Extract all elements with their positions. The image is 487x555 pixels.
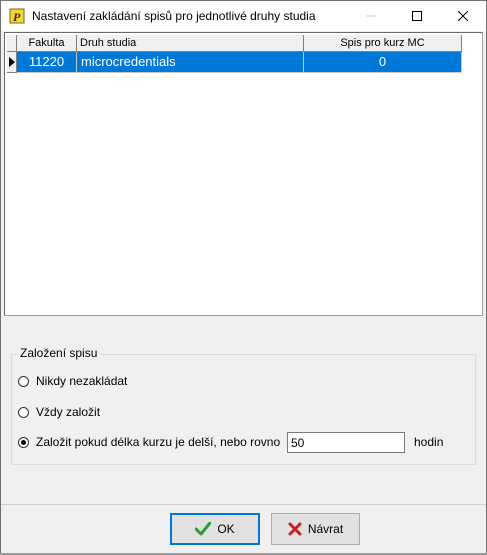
back-button-label: Návrat bbox=[307, 522, 344, 536]
checkmark-icon bbox=[195, 522, 212, 536]
radio-label: Vždy založit bbox=[36, 405, 101, 419]
radio-button[interactable] bbox=[18, 375, 29, 387]
ok-button[interactable]: OK bbox=[170, 513, 260, 545]
svg-text:P: P bbox=[13, 10, 21, 24]
radio-label: Založit pokud délka kurzu je delší, nebo… bbox=[36, 435, 281, 449]
title-bar: P Nastavení zakládání spisů pro jednotli… bbox=[1, 1, 486, 31]
column-header-druh-studia[interactable]: Druh studia bbox=[77, 35, 304, 52]
footer-divider bbox=[1, 504, 486, 505]
dialog-window: P Nastavení zakládání spisů pro jednotli… bbox=[0, 0, 487, 555]
close-button[interactable] bbox=[440, 1, 486, 31]
column-header-spis[interactable]: Spis pro kurz MC bbox=[304, 35, 462, 52]
study-types-grid[interactable]: Fakulta Druh studia Spis pro kurz MC 112… bbox=[4, 32, 483, 316]
radio-pokud-delka[interactable]: Založit pokud délka kurzu je delší, nebo… bbox=[18, 435, 280, 449]
radio-vzdy[interactable]: Vždy založit bbox=[18, 405, 100, 419]
radio-label: Nikdy nezakládat bbox=[36, 374, 128, 388]
current-row-arrow-icon bbox=[9, 57, 15, 67]
cell-spis[interactable]: 0 bbox=[304, 52, 462, 73]
back-button[interactable]: Návrat bbox=[271, 513, 360, 545]
maximize-button[interactable] bbox=[394, 1, 440, 31]
groupbox-title: Založení spisu bbox=[17, 346, 101, 360]
window-title: Nastavení zakládání spisů pro jednotlivé… bbox=[32, 9, 316, 23]
ok-button-label: OK bbox=[217, 522, 235, 536]
cell-druh-studia[interactable]: microcredentials bbox=[77, 52, 304, 73]
radio-button[interactable] bbox=[18, 406, 29, 418]
cell-fakulta[interactable]: 11220 bbox=[17, 52, 77, 73]
minimize-button[interactable] bbox=[348, 1, 394, 31]
column-header-fakulta[interactable]: Fakulta bbox=[17, 35, 77, 52]
hours-unit-label: hodin bbox=[414, 435, 444, 449]
radio-button-selected[interactable] bbox=[18, 436, 29, 448]
x-cross-icon bbox=[288, 522, 302, 536]
row-indicator[interactable] bbox=[7, 52, 17, 73]
radio-nikdy[interactable]: Nikdy nezakládat bbox=[18, 374, 127, 388]
grid-header-indicator bbox=[7, 35, 17, 52]
hours-input[interactable]: 50 bbox=[287, 432, 405, 453]
app-icon: P bbox=[9, 8, 25, 24]
